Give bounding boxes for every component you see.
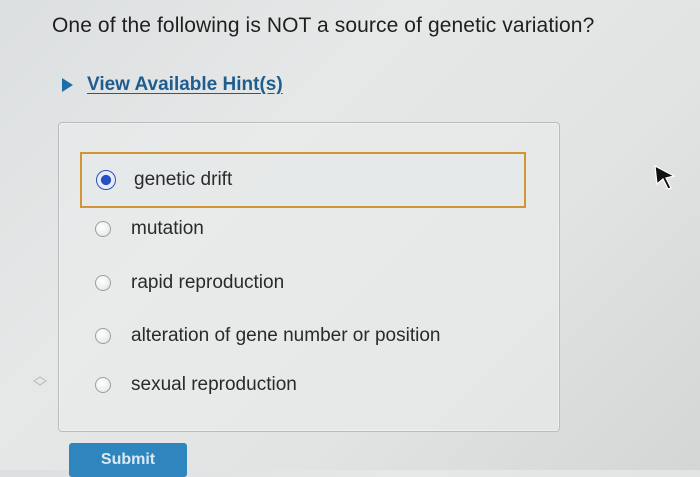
choice-mutation[interactable]: mutation <box>79 204 204 254</box>
mouse-pointer-icon <box>654 164 676 190</box>
choice-rapid-reproduction[interactable]: rapid reproduction <box>79 258 284 308</box>
answer-choices-panel: genetic drift mutation rapid reproductio… <box>58 122 560 432</box>
radio-button[interactable] <box>95 328 111 344</box>
choice-sexual-reproduction[interactable]: sexual reproduction <box>79 360 297 410</box>
choice-alteration-of-gene[interactable]: alteration of gene number or position <box>79 311 440 361</box>
radio-button-checked[interactable] <box>96 170 116 190</box>
choice-label: alteration of gene number or position <box>131 325 441 346</box>
question-text: One of the following is NOT a source of … <box>52 14 595 37</box>
view-hints-label: View Available Hint(s) <box>87 74 283 95</box>
decorative-mark <box>33 376 47 386</box>
choice-label: sexual reproduction <box>131 374 297 395</box>
choice-label: rapid reproduction <box>131 272 285 293</box>
view-hints-toggle[interactable]: View Available Hint(s) <box>62 74 283 96</box>
radio-button[interactable] <box>95 377 111 393</box>
submit-button[interactable]: Submit <box>69 443 187 477</box>
radio-button[interactable] <box>95 221 111 237</box>
choice-genetic-drift[interactable]: genetic drift <box>80 152 526 208</box>
radio-button[interactable] <box>95 275 111 291</box>
caret-right-icon <box>62 78 73 92</box>
choice-label: genetic drift <box>134 169 233 190</box>
choice-label: mutation <box>131 218 204 239</box>
